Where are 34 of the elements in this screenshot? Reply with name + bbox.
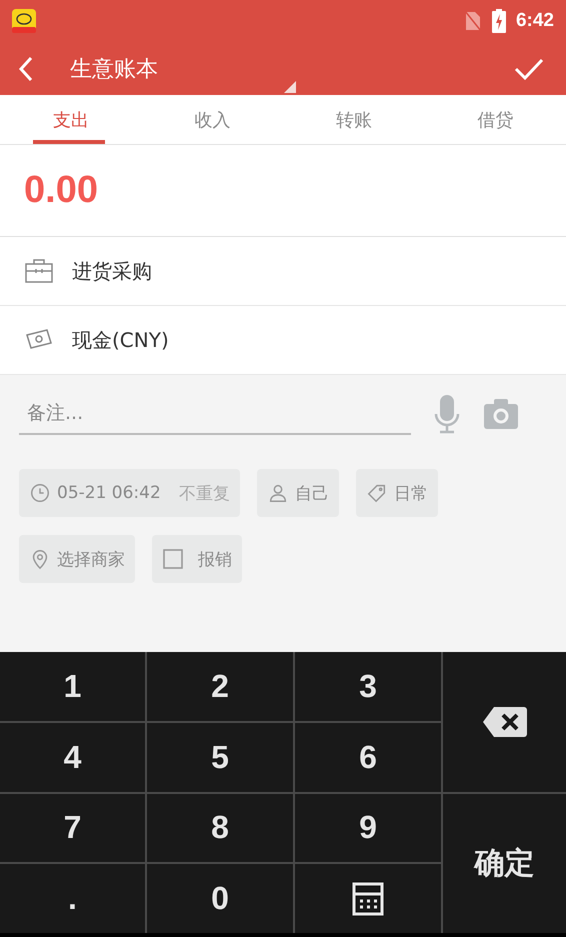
calculator-icon: [352, 882, 384, 916]
tab[interactable]: 支出: [0, 95, 142, 144]
checkbox[interactable]: [162, 548, 184, 570]
keypad-key[interactable]: 6: [295, 722, 441, 792]
repeat-text: 不重复: [178, 482, 230, 504]
keypad-key[interactable]: 2: [147, 652, 293, 721]
briefcase-icon: [24, 258, 54, 284]
keypad-key[interactable]: 5: [147, 722, 293, 792]
backspace-icon: [482, 706, 528, 738]
keypad-key[interactable]: 1: [0, 652, 145, 721]
keypad-key[interactable]: 7: [0, 794, 145, 862]
app-logo-icon: [12, 9, 36, 33]
keypad-key[interactable]: 3: [295, 652, 441, 721]
calculator-key[interactable]: [295, 864, 441, 933]
keypad-key[interactable]: .: [0, 864, 145, 933]
check-icon[interactable]: [514, 56, 544, 80]
backspace-key[interactable]: [443, 652, 566, 792]
row-label[interactable]: 进货采购: [72, 258, 152, 284]
keypad-key[interactable]: 8: [147, 794, 293, 862]
tag-icon: [366, 482, 388, 504]
dropdown-corner-icon[interactable]: [284, 81, 296, 93]
row-label[interactable]: 现金(CNY): [72, 326, 169, 354]
confirm-button[interactable]: 确定: [443, 794, 566, 933]
clock-icon: [29, 482, 51, 504]
keypad-key[interactable]: 0: [147, 864, 293, 933]
book-title[interactable]: 生意账本: [70, 54, 514, 84]
status-time: 6:42: [516, 10, 554, 32]
back-icon[interactable]: [18, 56, 34, 82]
keypad-key[interactable]: 9: [295, 794, 441, 862]
note-field[interactable]: 备注...: [19, 393, 411, 435]
keypad-key[interactable]: 4: [0, 722, 145, 792]
no-sim-icon: [464, 10, 482, 32]
battery-charging-icon: [492, 9, 506, 33]
amount-text: 0.00: [24, 169, 98, 212]
